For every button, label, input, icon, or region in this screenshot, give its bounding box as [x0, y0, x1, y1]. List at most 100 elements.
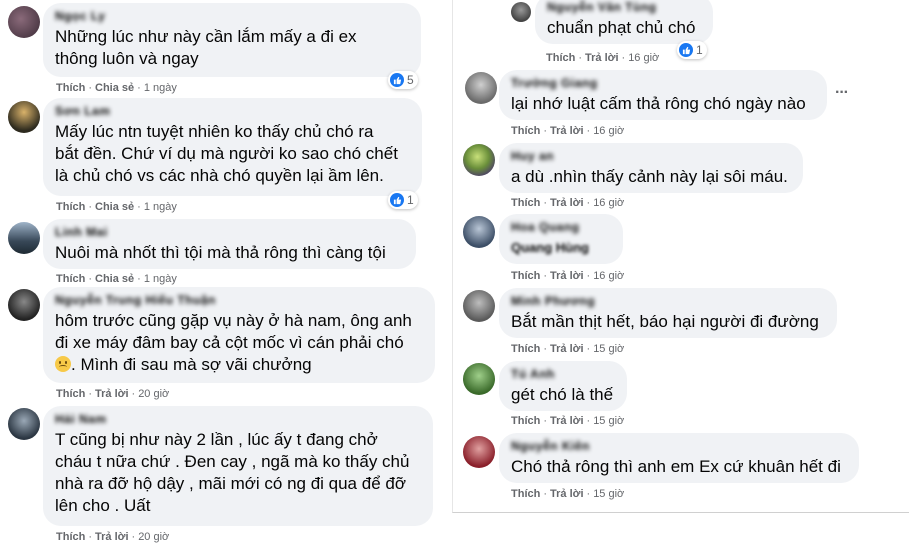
avatar[interactable]	[8, 6, 40, 38]
like-link[interactable]: Thích	[511, 415, 540, 427]
comment-bubble: Hoa Quang Quang Hùng	[499, 214, 623, 264]
like-link[interactable]: Thích	[546, 52, 575, 64]
comment-actions: Thích · Trả lời · 16 giờ	[511, 197, 625, 209]
reaction-count[interactable]: 5	[388, 71, 418, 89]
comment-text: Bắt mần thịt hết, báo hại người đi đường	[511, 312, 819, 331]
avatar[interactable]	[465, 72, 497, 104]
share-link[interactable]: Chia sẻ	[95, 82, 134, 94]
commenter-name[interactable]: Tú Anh	[511, 367, 615, 381]
avatar[interactable]	[463, 290, 495, 322]
reply-link[interactable]: Trả lời	[550, 270, 584, 282]
reply-link[interactable]: Trả lời	[585, 52, 619, 64]
reply-link[interactable]: Trả lời	[95, 531, 129, 543]
commenter-name[interactable]: Huy an	[511, 149, 791, 163]
comment-bubble: Nguyễn Trung Hiếu Thuận hôm trước cũng g…	[43, 287, 435, 383]
commenter-name[interactable]: Nguyễn Trung Hiếu Thuận	[55, 293, 423, 307]
like-link[interactable]: Thích	[511, 125, 540, 137]
comment-actions: Thích · Trả lời · 16 giờ	[511, 125, 625, 137]
share-link[interactable]: Chia sẻ	[95, 201, 134, 213]
timestamp[interactable]: 20 giờ	[138, 388, 169, 400]
comment-text: T cũng bị như này 2 lần , lúc ấy t đang …	[55, 430, 410, 515]
reply-link[interactable]: Trả lời	[550, 415, 584, 427]
comment-text: Những lúc như này cần lắm mấy a đi ex th…	[55, 27, 357, 68]
commenter-name[interactable]: Hải Nam	[55, 412, 421, 426]
timestamp[interactable]: 1 ngày	[144, 273, 177, 285]
timestamp[interactable]: 20 giờ	[138, 531, 169, 543]
reaction-number: 1	[696, 43, 703, 57]
like-link[interactable]: Thích	[511, 343, 540, 355]
reply-link[interactable]: Trả lời	[550, 488, 584, 500]
timestamp[interactable]: 15 giờ	[593, 488, 624, 500]
comment-text: Mấy lúc ntn tuyệt nhiên ko thấy chủ chó …	[55, 122, 398, 185]
comment-bubble: Trường Giang lại nhớ luật cấm thả rông c…	[499, 70, 827, 120]
comment-bubble: Nguyễn Văn Tùng chuẩn phạt chủ chó	[535, 0, 713, 44]
share-link[interactable]: Chia sẻ	[95, 273, 134, 285]
avatar[interactable]	[463, 144, 495, 176]
left-comment-panel: Ngọc Ly Những lúc như này cần lắm mấy a …	[0, 0, 445, 547]
commenter-name[interactable]: Linh Mai	[55, 225, 404, 239]
avatar[interactable]	[8, 222, 40, 254]
avatar[interactable]	[8, 289, 40, 321]
right-comment-panel: Nguyễn Văn Tùng chuẩn phạt chủ chó 1 Thí…	[452, 0, 909, 513]
reaction-number: 5	[407, 73, 414, 87]
commenter-name[interactable]: Hoa Quang	[511, 220, 611, 234]
comment-text-part: . Mình đi sau mà sợ vãi chưởng	[71, 355, 312, 374]
like-link[interactable]: Thích	[511, 270, 540, 282]
like-icon	[390, 193, 404, 207]
comment-actions: Thích · Trả lời · 16 giờ	[546, 52, 660, 64]
comment-text: chuẩn phạt chủ chó	[547, 18, 696, 37]
timestamp[interactable]: 15 giờ	[593, 415, 624, 427]
commenter-name[interactable]: Nguyễn Kiên	[511, 439, 847, 453]
timestamp[interactable]: 15 giờ	[593, 343, 624, 355]
comment-bubble: Ngọc Ly Những lúc như này cần lắm mấy a …	[43, 3, 421, 77]
commenter-name[interactable]: Trường Giang	[511, 76, 815, 90]
more-options-icon[interactable]: ···	[835, 84, 849, 102]
timestamp[interactable]: 16 giờ	[593, 270, 624, 282]
like-icon	[390, 73, 404, 87]
like-link[interactable]: Thích	[56, 201, 85, 213]
avatar[interactable]	[511, 2, 531, 22]
reaction-count[interactable]: 1	[677, 41, 707, 59]
comment-actions: Thích · Trả lời · 20 giờ	[56, 531, 170, 543]
timestamp[interactable]: 16 giờ	[593, 125, 624, 137]
comment-actions: Thích · Trả lời · 15 giờ	[511, 488, 625, 500]
reply-link[interactable]: Trả lời	[550, 197, 584, 209]
comment-bubble: Minh Phương Bắt mần thịt hết, báo hại ng…	[499, 288, 837, 338]
commenter-name[interactable]: Ngọc Ly	[55, 9, 409, 23]
comment-actions: Thích · Trả lời · 16 giờ	[511, 270, 625, 282]
avatar[interactable]	[8, 408, 40, 440]
comment-actions: Thích · Trả lời · 15 giờ	[511, 415, 625, 427]
avatar[interactable]	[463, 363, 495, 395]
commenter-name[interactable]: Minh Phương	[511, 294, 825, 308]
reaction-count[interactable]: 1	[388, 191, 418, 209]
commenter-name[interactable]: Sơn Lam	[55, 104, 410, 118]
timestamp[interactable]: 1 ngày	[144, 201, 177, 213]
like-link[interactable]: Thích	[56, 273, 85, 285]
comment-bubble: Sơn Lam Mấy lúc ntn tuyệt nhiên ko thấy …	[43, 98, 422, 196]
reply-link[interactable]: Trả lời	[550, 343, 584, 355]
comment-actions: Thích · Chia sẻ · 1 ngày	[56, 201, 177, 213]
reply-link[interactable]: Trả lời	[550, 125, 584, 137]
like-link[interactable]: Thích	[56, 388, 85, 400]
avatar[interactable]	[8, 101, 40, 133]
comment-bubble: Tú Anh gét chó là thế	[499, 361, 627, 411]
like-link[interactable]: Thích	[56, 82, 85, 94]
comment-actions: Thích · Chia sẻ · 1 ngày	[56, 273, 177, 285]
like-link[interactable]: Thích	[511, 197, 540, 209]
avatar[interactable]	[463, 216, 495, 248]
comment-actions: Thích · Trả lời · 20 giờ	[56, 388, 170, 400]
commenter-name[interactable]: Nguyễn Văn Tùng	[547, 0, 701, 14]
comment-text: hôm trước cũng gặp vụ này ở hà nam, ông …	[55, 310, 423, 376]
avatar[interactable]	[463, 436, 495, 468]
comment-text: lại nhớ luật cấm thả rông chó ngày nào	[511, 94, 806, 113]
reply-link[interactable]: Trả lời	[95, 388, 129, 400]
reaction-number: 1	[407, 193, 414, 207]
timestamp[interactable]: 1 ngày	[144, 82, 177, 94]
like-link[interactable]: Thích	[56, 531, 85, 543]
comment-actions: Thích · Chia sẻ · 1 ngày	[56, 82, 177, 94]
like-link[interactable]: Thích	[511, 488, 540, 500]
timestamp[interactable]: 16 giờ	[593, 197, 624, 209]
sad-face-icon	[55, 356, 71, 372]
comment-text-part: hôm trước cũng gặp vụ này ở hà nam, ông …	[55, 311, 412, 352]
timestamp[interactable]: 16 giờ	[628, 52, 659, 64]
